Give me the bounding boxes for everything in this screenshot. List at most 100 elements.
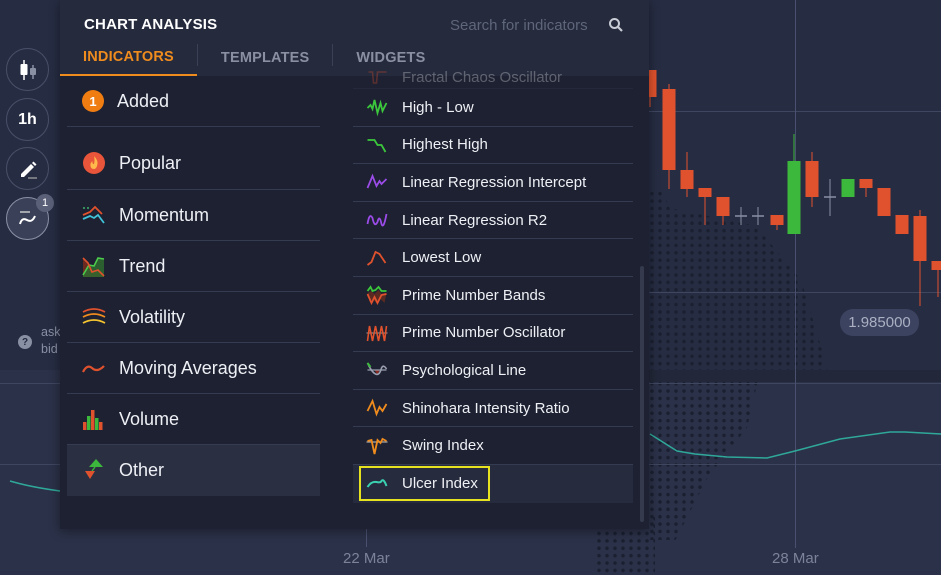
candle-down <box>662 84 676 189</box>
indicator-item-shinohara[interactable]: Shinohara Intensity Ratio <box>353 390 633 428</box>
timeframe-label: 1h <box>18 110 37 128</box>
category-label: Volatility <box>119 306 186 327</box>
indicator-item-high-low[interactable]: High - Low <box>353 89 633 127</box>
category-list: 1 Added Popular Momentum Trend Volatilit… <box>67 88 320 496</box>
category-volatility[interactable]: Volatility <box>67 292 320 343</box>
prime-oscillator-icon <box>366 325 388 342</box>
indicator-list[interactable]: Fractal Chaos Oscillator High - Low Highes… <box>353 62 633 517</box>
indicator-item-ulcer-index[interactable]: Ulcer Index <box>353 464 633 503</box>
fire-icon <box>82 151 106 175</box>
search-input[interactable] <box>450 16 600 34</box>
indicator-item-linreg-intercept[interactable]: Linear Regression Intercept <box>353 164 633 202</box>
candle-down <box>805 152 819 207</box>
candlestick-icon <box>20 59 36 80</box>
indicator-item-linreg-r2[interactable]: Linear Regression R2 <box>353 202 633 240</box>
date-tick <box>366 529 367 547</box>
indicator-label: Lowest Low <box>402 249 482 267</box>
indicator-item-highest-high[interactable]: Highest High <box>353 127 633 165</box>
indicator-item-prime-oscillator[interactable]: Prime Number Oscillator <box>353 315 633 353</box>
category-label: Momentum <box>119 204 210 225</box>
indicator-item-prime-bands[interactable]: Prime Number Bands <box>353 277 633 315</box>
fractal-chaos-icon <box>368 70 387 84</box>
other-icon <box>82 458 106 482</box>
indicator-label: Linear Regression R2 <box>402 211 548 229</box>
candle-down <box>716 197 730 225</box>
momentum-icon <box>82 203 106 227</box>
lowest-low-icon <box>366 250 387 266</box>
candle-doji <box>824 179 836 216</box>
indicator-label: Fractal Chaos Oscillator <box>402 69 563 86</box>
pencil-icon <box>20 161 37 179</box>
indicator-label: Psychological Line <box>402 361 527 379</box>
date-label-28-mar: 28 Mar <box>772 550 819 567</box>
current-price-label: 1.985000 <box>840 309 919 336</box>
shinohara-icon <box>366 398 388 417</box>
candle-down <box>895 215 909 234</box>
prime-bands-icon <box>366 285 387 306</box>
chart-analysis-panel: CHART ANALYSIS INDICATORS TEMPLATES WIDG… <box>60 0 649 529</box>
indicator-label: Ulcer Index <box>402 474 478 492</box>
category-volume[interactable]: Volume <box>67 394 320 445</box>
candle-up <box>787 134 801 234</box>
linreg-r2-icon <box>366 213 388 227</box>
panel-title: CHART ANALYSIS <box>84 16 218 33</box>
chart-type-button[interactable] <box>6 48 49 91</box>
highest-high-icon <box>367 138 387 153</box>
added-count-badge: 1 <box>82 90 104 112</box>
candle-down <box>877 188 891 216</box>
candle-up <box>841 179 855 197</box>
indicator-item-lowest-low[interactable]: Lowest Low <box>353 239 633 277</box>
category-label: Trend <box>119 255 166 276</box>
category-label: Popular <box>119 152 182 173</box>
indicator-label: Prime Number Oscillator <box>402 324 566 342</box>
category-popular[interactable]: Popular <box>67 127 320 190</box>
candle-down <box>859 179 873 197</box>
indicator-label: High - Low <box>402 98 474 116</box>
indicator-label: Swing Index <box>402 437 484 455</box>
volume-icon <box>82 407 106 431</box>
search-icon[interactable] <box>608 17 624 33</box>
candle-down <box>770 215 784 230</box>
category-other[interactable]: Other <box>67 445 320 496</box>
category-moving-averages[interactable]: Moving Averages <box>67 343 320 394</box>
category-added[interactable]: 1 Added <box>67 76 320 127</box>
high-low-icon <box>366 99 388 117</box>
trend-icon <box>82 254 106 278</box>
category-trend[interactable]: Trend <box>67 241 320 292</box>
tab-templates[interactable]: TEMPLATES <box>198 40 333 76</box>
candle-down <box>680 152 694 197</box>
timeframe-button[interactable]: 1h <box>6 98 49 141</box>
indicator-item-fractal-chaos[interactable]: Fractal Chaos Oscillator <box>353 67 633 89</box>
category-label: Volume <box>119 408 180 429</box>
indicator-item-swing-index[interactable]: Swing Index <box>353 427 633 465</box>
category-label: Added <box>117 90 170 111</box>
ulcer-index-icon <box>366 479 388 488</box>
indicators-count-badge: 1 <box>36 194 54 212</box>
indicators-button[interactable]: 1 <box>6 194 54 240</box>
category-momentum[interactable]: Momentum <box>67 190 320 241</box>
candlestick-series <box>643 70 941 459</box>
linreg-intercept-icon <box>366 174 388 189</box>
drawing-tools-button[interactable] <box>6 147 49 190</box>
indicators-icon <box>18 210 36 224</box>
indicator-label: Shinohara Intensity Ratio <box>402 399 570 417</box>
ulcer-index-line <box>649 431 941 459</box>
category-label: Moving Averages <box>119 357 257 378</box>
indicator-label: Highest High <box>402 136 488 154</box>
left-toolbar: 1h 1 <box>0 0 60 575</box>
candle-down <box>913 210 927 306</box>
candle-doji <box>735 207 747 225</box>
indicator-label: Prime Number Bands <box>402 286 546 304</box>
swing-index-icon <box>366 437 388 454</box>
date-label-22-mar: 22 Mar <box>343 550 390 567</box>
indicator-list-scrollbar[interactable] <box>640 266 644 522</box>
candle-down <box>698 188 712 225</box>
indicator-search[interactable] <box>450 14 630 36</box>
candle-down <box>931 261 941 297</box>
indicator-item-psychological-line[interactable]: Psychological Line <box>353 352 633 390</box>
candle-doji <box>752 207 764 225</box>
psychological-line-icon <box>366 362 388 376</box>
category-label: Other <box>119 459 165 480</box>
tab-indicators[interactable]: INDICATORS <box>60 40 197 76</box>
moving-averages-icon <box>82 356 106 380</box>
